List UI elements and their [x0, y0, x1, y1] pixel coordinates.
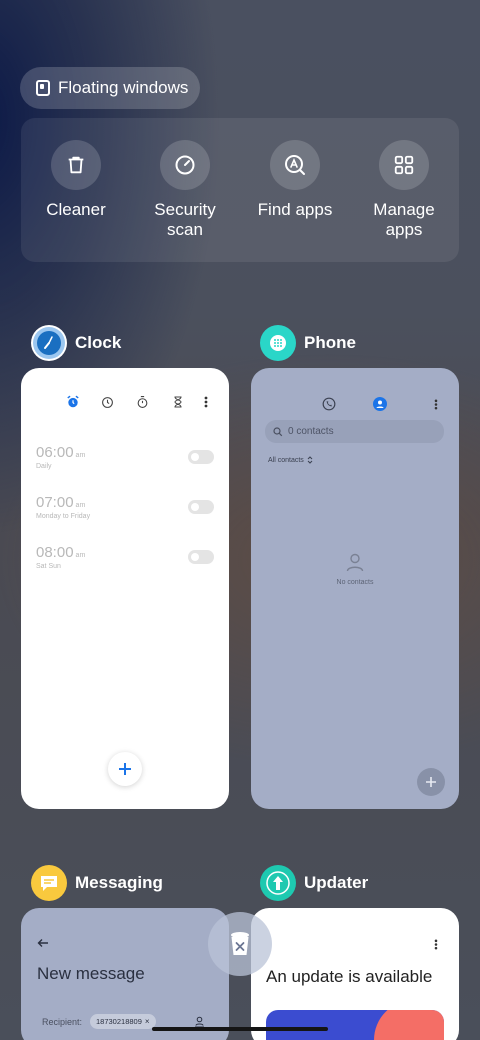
messaging-app-header[interactable]: Messaging	[31, 865, 163, 901]
alarm-tab-icon[interactable]	[66, 395, 80, 409]
recipient-chip[interactable]: 18730218809 ×	[90, 1014, 156, 1029]
update-available-title: An update is available	[266, 967, 433, 986]
chevron-updown-icon	[307, 456, 313, 464]
update-banner-image	[266, 1010, 444, 1040]
messaging-app-name: Messaging	[75, 873, 163, 892]
clock-app-name: Clock	[75, 333, 122, 352]
floating-windows-label: Floating windows	[58, 78, 189, 97]
clock-app-header[interactable]: Clock	[31, 325, 121, 361]
alarm-item[interactable]: 08:00 am Sat Sun	[36, 544, 85, 570]
manage-apps-icon	[394, 155, 414, 175]
security-scan-button[interactable]: Security scan	[130, 140, 240, 240]
new-message-title: New message	[37, 964, 145, 983]
floating-window-icon	[36, 80, 50, 96]
phone-app-card[interactable]: 0 contacts All contacts No contacts	[251, 368, 459, 809]
remove-icon[interactable]: ×	[145, 1017, 150, 1026]
find-apps-label: Find apps	[257, 200, 333, 219]
manage-apps-button[interactable]: Manage apps	[349, 140, 459, 240]
phone-app-header[interactable]: Phone	[260, 325, 356, 361]
trash-icon	[68, 156, 84, 174]
alarm-toggle[interactable]	[188, 500, 214, 514]
find-apps-button[interactable]: Find apps	[240, 140, 350, 220]
phone-app-name: Phone	[304, 333, 356, 352]
plus-icon	[119, 763, 131, 775]
more-options-icon[interactable]	[204, 396, 208, 408]
contacts-filter-dropdown[interactable]: All contacts	[268, 456, 313, 464]
contacts-tab-icon[interactable]	[373, 397, 387, 411]
search-icon	[273, 426, 283, 436]
call-log-tab-icon[interactable]	[322, 397, 336, 411]
timer-tab-icon[interactable]	[172, 395, 184, 409]
security-scan-label: Security scan	[154, 200, 216, 239]
messaging-app-icon	[31, 865, 67, 901]
alarm-item[interactable]: 06:00 am Daily	[36, 444, 85, 470]
alarm-toggle[interactable]	[188, 450, 214, 464]
contacts-search-input[interactable]: 0 contacts	[265, 420, 444, 443]
world-clock-tab-icon[interactable]	[101, 396, 114, 409]
back-arrow-icon[interactable]	[37, 938, 49, 948]
more-options-icon[interactable]	[434, 939, 438, 950]
home-indicator[interactable]	[152, 1027, 328, 1031]
alarm-toggle[interactable]	[188, 550, 214, 564]
find-apps-icon	[285, 155, 305, 175]
no-contacts-text: No contacts	[336, 579, 374, 586]
plus-icon	[426, 777, 436, 787]
manage-apps-label: Manage apps	[373, 200, 435, 239]
stopwatch-tab-icon[interactable]	[136, 395, 149, 409]
security-scan-icon	[175, 155, 195, 175]
updater-app-name: Updater	[304, 873, 369, 892]
clock-app-card[interactable]: 06:00 am Daily 07:00 am Monday to Friday 0…	[21, 368, 229, 809]
more-options-icon[interactable]	[434, 399, 438, 410]
add-contact-button[interactable]	[417, 768, 445, 796]
recipient-label: Recipient:	[42, 1017, 83, 1027]
phone-app-icon	[260, 325, 296, 361]
clear-trash-icon	[231, 932, 249, 955]
updater-app-header[interactable]: Updater	[260, 865, 368, 901]
messaging-app-card[interactable]: New message Recipient: 18730218809 ×	[21, 908, 229, 1040]
updater-app-card[interactable]: An update is available	[251, 908, 459, 1040]
floating-windows-button[interactable]: Floating windows	[20, 67, 200, 109]
updater-app-icon	[260, 865, 296, 901]
clear-all-button[interactable]	[208, 912, 272, 976]
person-icon	[346, 553, 364, 572]
add-alarm-button[interactable]	[108, 752, 142, 786]
clock-app-icon	[31, 325, 67, 361]
alarm-item[interactable]: 07:00 am Monday to Friday	[36, 494, 90, 520]
cleaner-button[interactable]: Cleaner	[21, 140, 131, 220]
quick-actions-panel: Cleaner Security scan Find apps Manage a…	[21, 118, 459, 262]
cleaner-label: Cleaner	[46, 200, 106, 219]
